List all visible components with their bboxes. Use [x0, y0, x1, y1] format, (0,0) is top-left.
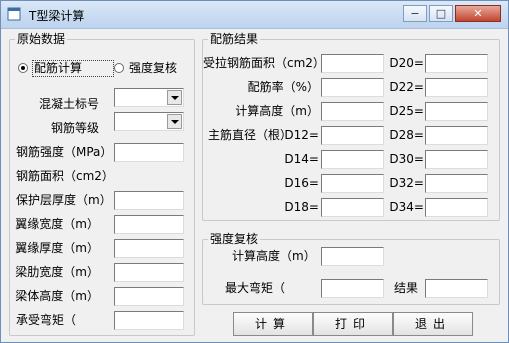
check-mode-radio[interactable]	[114, 63, 124, 73]
d14-output[interactable]	[321, 150, 384, 169]
calc-height-output[interactable]	[321, 102, 384, 121]
d18-output[interactable]	[321, 198, 384, 217]
d12-label: D12=	[284, 128, 319, 142]
original-data-title: 原始数据	[15, 32, 68, 46]
check-result-output[interactable]	[425, 279, 488, 298]
d32-output[interactable]	[425, 174, 488, 193]
beam-height-input[interactable]	[114, 287, 184, 306]
check-result-label: 结果	[394, 281, 419, 295]
rebar-strength-label: 钢筋强度（MPa）	[16, 145, 113, 159]
title-bar[interactable]: T型梁计算 − □ ✕	[1, 1, 508, 29]
beam-height-label: 梁体高度（m）	[15, 289, 99, 303]
applied-moment-input[interactable]	[114, 311, 184, 330]
d28-label: D28=	[389, 128, 424, 142]
concrete-grade-label: 混凝土标号	[38, 97, 99, 111]
d22-output[interactable]	[425, 78, 488, 97]
d16-output[interactable]	[321, 174, 384, 193]
rebar-result-title: 配筋结果	[208, 32, 261, 46]
concrete-grade-select[interactable]	[114, 88, 184, 107]
maximize-button[interactable]: □	[429, 5, 453, 22]
rebar-grade-label: 钢筋等级	[50, 121, 99, 135]
main-bar-diameter-label: 主筋直径（根）	[208, 128, 293, 142]
web-width-label: 梁肋宽度（m）	[15, 265, 99, 279]
d34-label: D34=	[389, 200, 424, 214]
chevron-down-icon[interactable]	[167, 114, 182, 129]
d22-label: D22=	[389, 80, 424, 94]
design-mode-radio[interactable]	[18, 63, 28, 73]
tensile-area-output[interactable]	[321, 54, 384, 73]
d32-label: D32=	[389, 176, 424, 190]
d25-label: D25=	[389, 104, 424, 118]
d30-label: D30=	[389, 152, 424, 166]
d16-label: D16=	[284, 176, 319, 190]
rebar-strength-input[interactable]	[114, 143, 184, 162]
rebar-ratio-label: 配筋率（%）	[247, 80, 319, 94]
flange-thickness-label: 翼缘厚度（m）	[15, 241, 99, 255]
design-mode-label[interactable]: 配筋计算	[34, 61, 82, 75]
d34-output[interactable]	[425, 198, 488, 217]
flange-width-label: 翼缘宽度（m）	[15, 217, 99, 231]
main-window: T型梁计算 − □ ✕ 原始数据 配筋计算 强度复核 混凝土标号 钢筋等级 钢筋…	[0, 0, 509, 343]
d20-label: D20=	[389, 56, 424, 70]
d14-label: D14=	[284, 152, 319, 166]
flange-thickness-input[interactable]	[114, 239, 184, 258]
calc-height-label: 计算高度（m）	[235, 104, 319, 118]
max-moment-output[interactable]	[321, 279, 384, 298]
check-mode-label[interactable]: 强度复核	[129, 61, 177, 75]
applied-moment-label: 承受弯矩（	[16, 313, 77, 327]
exit-button[interactable]: 退出	[393, 312, 473, 336]
strength-check-title: 强度复核	[208, 232, 261, 246]
d18-label: D18=	[284, 200, 319, 214]
max-moment-label: 最大弯矩（	[225, 281, 286, 295]
d25-output[interactable]	[425, 102, 488, 121]
minimize-button[interactable]: −	[403, 5, 427, 22]
tensile-area-label: 受拉钢筋面积（cm2）	[203, 56, 325, 70]
cover-thickness-label: 保护层厚度（m）	[16, 193, 112, 207]
d30-output[interactable]	[425, 150, 488, 169]
app-icon	[7, 7, 21, 21]
cover-thickness-input[interactable]	[114, 191, 184, 210]
flange-width-input[interactable]	[114, 215, 184, 234]
rebar-ratio-output[interactable]	[321, 78, 384, 97]
d28-output[interactable]	[425, 126, 488, 145]
rebar-area-label: 钢筋面积（cm2）	[16, 169, 114, 183]
calculate-button[interactable]: 计算	[233, 312, 313, 336]
chevron-down-icon[interactable]	[167, 90, 182, 105]
rebar-grade-select[interactable]	[114, 112, 184, 131]
d12-output[interactable]	[321, 126, 384, 145]
window-title: T型梁计算	[29, 9, 85, 23]
check-height-output[interactable]	[321, 247, 384, 266]
check-height-label: 计算高度（m）	[232, 249, 316, 263]
d20-output[interactable]	[425, 54, 488, 73]
web-width-input[interactable]	[114, 263, 184, 282]
close-button[interactable]: ✕	[455, 5, 501, 22]
print-button[interactable]: 打印	[313, 312, 393, 336]
